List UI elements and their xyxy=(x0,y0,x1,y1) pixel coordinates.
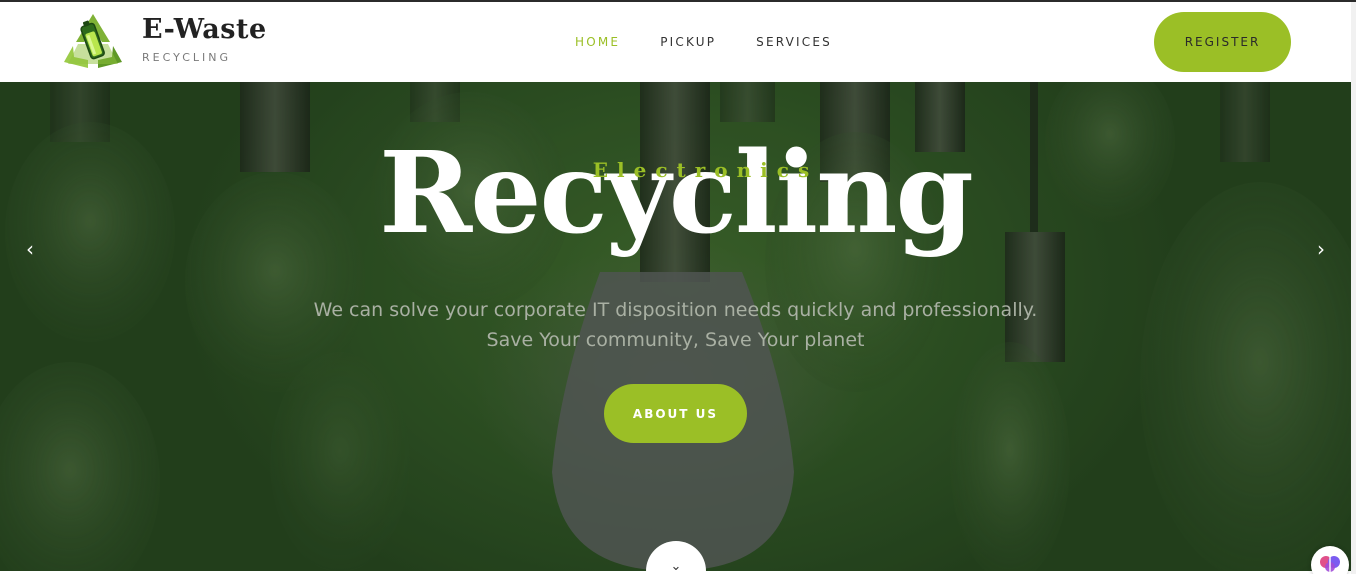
recycle-battery-logo-icon[interactable] xyxy=(58,10,128,74)
about-us-button[interactable]: ABOUT US xyxy=(604,384,747,443)
register-button[interactable]: REGISTER xyxy=(1154,12,1291,72)
site-header: E-Waste RECYCLING HOME PICKUP SERVICES R… xyxy=(0,2,1351,82)
nav-item-services[interactable]: SERVICES xyxy=(756,35,832,49)
hero-subtext: We can solve your corporate IT dispositi… xyxy=(0,295,1351,355)
hero-headline: Recycling xyxy=(379,128,974,259)
chevron-left-icon[interactable]: ‹ xyxy=(20,237,40,261)
brand-name[interactable]: E-Waste xyxy=(142,16,267,43)
main-nav: HOME PICKUP SERVICES xyxy=(575,35,872,49)
page: E-Waste RECYCLING HOME PICKUP SERVICES R… xyxy=(0,0,1356,574)
hero-subtext-line-1: We can solve your corporate IT dispositi… xyxy=(313,299,1038,321)
chevron-right-icon[interactable]: › xyxy=(1311,237,1331,261)
brand-subtitle: RECYCLING xyxy=(142,51,232,64)
page-scrollbar[interactable] xyxy=(1351,2,1356,574)
hero-slider: Recycling Electronics We can solve your … xyxy=(0,82,1351,571)
hero-subtext-line-2: Save Your community, Save Your planet xyxy=(486,329,865,351)
chevron-down-icon: ⌄ xyxy=(670,559,682,571)
nav-item-home[interactable]: HOME xyxy=(575,35,620,49)
hero-eyebrow: Electronics xyxy=(592,158,819,182)
nav-item-pickup[interactable]: PICKUP xyxy=(660,35,716,49)
